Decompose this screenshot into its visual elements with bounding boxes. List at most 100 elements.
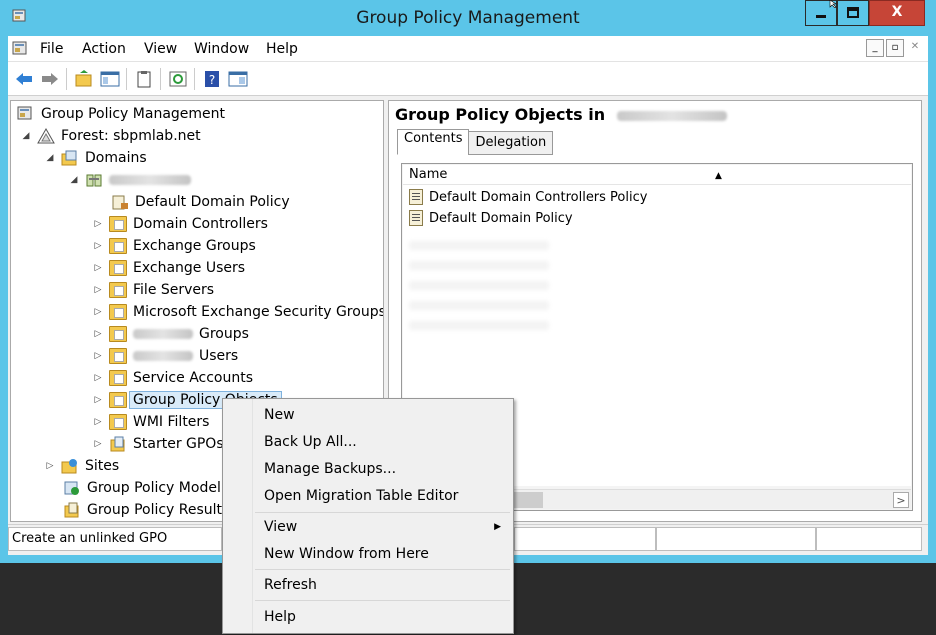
- gpo-icon: [409, 210, 423, 226]
- tree-item-label: Exchange Groups: [133, 238, 256, 254]
- menu-item-new[interactable]: New: [264, 403, 295, 427]
- close-button[interactable]: X: [869, 0, 925, 26]
- menu-item-refresh[interactable]: Refresh: [264, 573, 317, 597]
- expand-arrow-icon[interactable]: ▷: [93, 263, 103, 273]
- tree-root-label: Group Policy Management: [41, 106, 226, 122]
- menu-item-new-window[interactable]: New Window from Here: [264, 542, 429, 566]
- tree-file-servers[interactable]: ▷ File Servers: [93, 280, 214, 300]
- back-icon[interactable]: [14, 70, 34, 88]
- menu-item-open-migration-table-editor[interactable]: Open Migration Table Editor: [264, 484, 458, 508]
- menu-item-help[interactable]: Help: [264, 605, 296, 629]
- scroll-right-icon[interactable]: >: [893, 492, 909, 508]
- expand-arrow-icon[interactable]: ▷: [93, 417, 103, 427]
- mdi-minimize-button[interactable]: _: [866, 39, 884, 57]
- tree-gp-modeling[interactable]: Group Policy Modeling: [63, 478, 242, 498]
- help-icon[interactable]: ?: [202, 70, 222, 88]
- tree-ms-exchange-security-groups[interactable]: ▷ Microsoft Exchange Security Groups: [93, 302, 383, 322]
- expand-arrow-icon[interactable]: ▷: [93, 373, 103, 383]
- list-item[interactable]: Default Domain Policy: [409, 208, 573, 228]
- menu-item-backup-all[interactable]: Back Up All...: [264, 430, 357, 454]
- tree-domain-redacted[interactable]: ◢: [69, 170, 191, 190]
- expand-arrow-icon[interactable]: ▷: [93, 395, 103, 405]
- menu-file[interactable]: File: [40, 41, 63, 57]
- tree-redacted-users[interactable]: ▷ Users: [93, 346, 238, 366]
- title-bar[interactable]: Group Policy Management X: [0, 0, 936, 36]
- collapse-arrow-icon[interactable]: ◢: [21, 131, 31, 141]
- ou-folder-icon: [109, 326, 127, 342]
- expand-arrow-icon[interactable]: ▷: [93, 241, 103, 251]
- list-item[interactable]: Default Domain Controllers Policy: [409, 187, 647, 207]
- expand-arrow-icon[interactable]: ▷: [93, 307, 103, 317]
- expand-arrow-icon[interactable]: ▷: [93, 285, 103, 295]
- gpo-icon: [409, 189, 423, 205]
- menu-action[interactable]: Action: [82, 41, 126, 57]
- tree-domains[interactable]: ◢ Domains: [45, 148, 147, 168]
- svg-text:?: ?: [209, 73, 215, 87]
- tree-sites-label: Sites: [85, 458, 120, 474]
- tree-exchange-groups[interactable]: ▷ Exchange Groups: [93, 236, 256, 256]
- refresh-icon[interactable]: [168, 70, 188, 88]
- tree-forest[interactable]: ◢ Forest: sbpmlab.net: [21, 126, 201, 146]
- tree-results-label: Group Policy Results: [87, 502, 230, 518]
- menu-view[interactable]: View: [144, 41, 177, 57]
- toolbar-separator: [66, 68, 67, 90]
- submenu-arrow-icon: ▶: [494, 522, 501, 532]
- tree-sites[interactable]: ▷ Sites: [45, 456, 120, 476]
- tree-exchange-users[interactable]: ▷ Exchange Users: [93, 258, 245, 278]
- clipboard-icon[interactable]: [134, 70, 154, 88]
- tree-service-accounts[interactable]: ▷ Service Accounts: [93, 368, 253, 388]
- ou-folder-icon: [109, 282, 127, 298]
- collapse-arrow-icon[interactable]: ◢: [69, 175, 79, 185]
- properties-pane-icon[interactable]: [228, 70, 248, 88]
- expand-arrow-icon[interactable]: ▷: [93, 329, 103, 339]
- status-text: Create an unlinked GPO: [8, 527, 222, 551]
- modeling-icon: [64, 481, 79, 495]
- tree-starter-gpos[interactable]: ▷ Starter GPOs: [93, 434, 224, 454]
- pane-title: Group Policy Objects in: [395, 105, 727, 124]
- collapse-arrow-icon[interactable]: ◢: [45, 153, 55, 163]
- sites-icon: [61, 459, 77, 474]
- mdi-restore-button[interactable]: ▫: [886, 39, 904, 57]
- expand-arrow-icon[interactable]: ▷: [45, 461, 55, 471]
- tab-contents[interactable]: Contents: [397, 129, 470, 155]
- ou-folder-icon: [109, 216, 127, 232]
- menu-item-manage-backups[interactable]: Manage Backups...: [264, 457, 396, 481]
- redacted-text: [133, 329, 193, 339]
- maximize-button[interactable]: [837, 0, 869, 26]
- menu-item-view[interactable]: View: [264, 515, 297, 539]
- gpo-link-icon: [112, 195, 128, 210]
- menu-separator: [255, 600, 510, 601]
- tree-wmi-filters[interactable]: ▷ WMI Filters: [93, 412, 209, 432]
- list-item-label: Default Domain Policy: [429, 210, 573, 226]
- tree-forest-label: Forest: sbpmlab.net: [61, 128, 201, 144]
- show-hide-tree-icon[interactable]: [100, 70, 120, 88]
- ou-folder-icon: [109, 238, 127, 254]
- forward-icon[interactable]: [40, 70, 60, 88]
- tree-item-label: Default Domain Policy: [135, 194, 290, 210]
- tree-default-domain-policy[interactable]: Default Domain Policy: [111, 192, 290, 212]
- maximize-icon: [847, 7, 859, 18]
- menu-separator: [255, 512, 510, 513]
- mdi-close-button[interactable]: ✕: [906, 39, 924, 57]
- ou-folder-icon: [109, 348, 127, 364]
- menu-window[interactable]: Window: [194, 41, 249, 57]
- up-folder-icon[interactable]: [74, 70, 94, 88]
- tree-root[interactable]: Group Policy Management: [17, 104, 225, 124]
- tree-item-label: WMI Filters: [133, 414, 210, 430]
- redacted-domain-name: [109, 175, 191, 185]
- tab-strip: Contents Delegation: [397, 129, 554, 155]
- pane-title-label: Group Policy Objects in: [395, 105, 606, 124]
- tree-item-label: File Servers: [133, 282, 215, 298]
- sort-ascending-icon: ▲: [715, 171, 722, 181]
- column-header-name[interactable]: Name ▲: [403, 165, 911, 185]
- expand-arrow-icon[interactable]: ▷: [93, 219, 103, 229]
- tree-domain-controllers[interactable]: ▷ Domain Controllers: [93, 214, 268, 234]
- mdi-controls: _ ▫ ✕: [866, 39, 924, 57]
- tree-gp-results[interactable]: Group Policy Results: [63, 500, 229, 520]
- tree-redacted-groups[interactable]: ▷ Groups: [93, 324, 249, 344]
- expand-arrow-icon[interactable]: ▷: [93, 439, 103, 449]
- expand-arrow-icon[interactable]: ▷: [93, 351, 103, 361]
- gpo-container-icon: [109, 392, 127, 408]
- tab-delegation[interactable]: Delegation: [468, 131, 554, 155]
- menu-help[interactable]: Help: [266, 41, 298, 57]
